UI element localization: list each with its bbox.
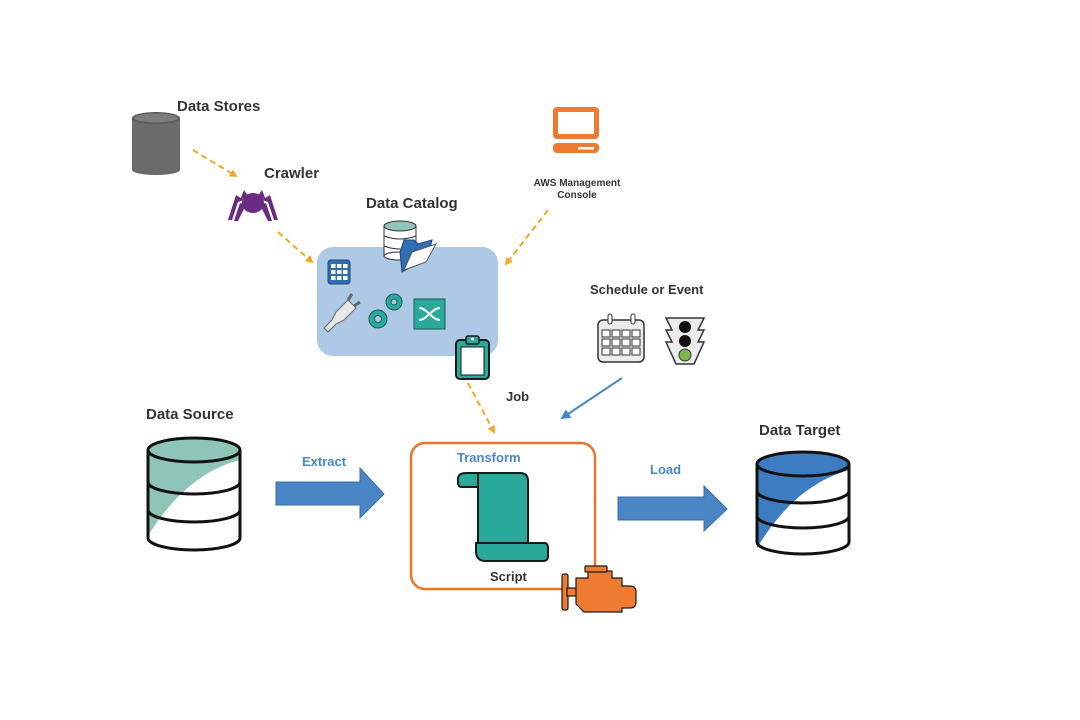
aws-console-label-line1: AWS Management (533, 178, 621, 189)
data-stores-label: Data Stores (177, 98, 261, 115)
event-traffic-light-icon (664, 317, 706, 365)
crawler-spider-icon (228, 190, 278, 221)
aws-console-icon (553, 107, 599, 153)
schedule-or-event-label: Schedule or Event (590, 282, 704, 297)
arrow-crawler-to-catalog (277, 231, 314, 264)
data-source-icon (146, 436, 242, 552)
transform-label: Transform (457, 450, 521, 465)
catalog-table-icon (327, 259, 351, 285)
load-arrow (617, 484, 728, 533)
job-label: Job (506, 389, 530, 404)
script-label: Script (490, 569, 527, 584)
job-clipboard-icon (455, 335, 490, 380)
data-source-label: Data Source (146, 406, 234, 423)
aws-management-console-label: AWS Management Console (527, 178, 627, 202)
arrow-datastores-to-crawler (192, 149, 238, 178)
extract-label: Extract (302, 454, 347, 469)
arrow-schedule-to-transform (560, 377, 623, 420)
load-label: Load (650, 462, 682, 477)
data-target-icon (755, 450, 851, 556)
arrow-catalog-to-transform (467, 382, 495, 434)
arrow-console-to-catalog (504, 209, 549, 266)
aws-console-label-line2: Console (557, 190, 597, 201)
data-stores-icon (132, 112, 180, 175)
catalog-shuffle-icon (413, 298, 446, 330)
schedule-calendar-icon (597, 313, 645, 363)
data-catalog-label: Data Catalog (366, 195, 458, 212)
data-target-label: Data Target (759, 422, 841, 439)
diagram-canvas (132, 107, 851, 613)
extract-arrow (275, 466, 385, 520)
crawler-label: Crawler (264, 165, 320, 182)
